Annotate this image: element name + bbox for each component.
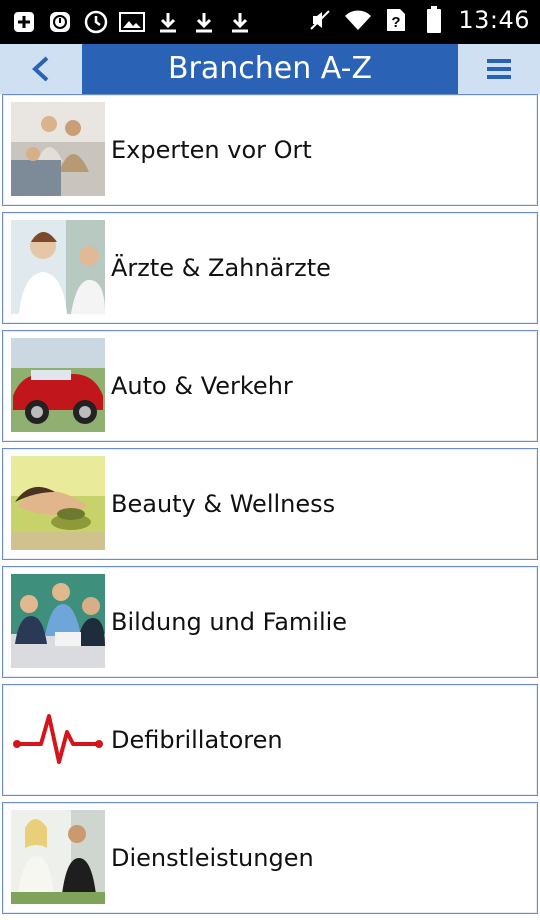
back-button[interactable] (0, 44, 82, 94)
services-photo (11, 810, 105, 904)
list-item-label: Experten vor Ort (111, 136, 312, 164)
experts-photo (11, 102, 105, 196)
menu-button[interactable] (458, 44, 540, 94)
list-item-aerzte-zahnaerzte[interactable]: Ärzte & Zahnärzte (2, 212, 538, 324)
status-right-icons: ? 13:46 (306, 6, 530, 34)
list-item-experten-vor-ort[interactable]: Experten vor Ort (2, 94, 538, 206)
education-photo (11, 574, 105, 668)
battery-icon (420, 6, 448, 34)
list-item-auto-verkehr[interactable]: Auto & Verkehr (2, 330, 538, 442)
wifi-icon (344, 6, 372, 34)
app-bar: Branchen A-Z (0, 44, 540, 94)
svg-text:?: ? (392, 14, 401, 31)
status-bar: ? 13:46 (0, 0, 540, 44)
page-title: Branchen A-Z (167, 51, 373, 86)
list-item-dienstleistungen[interactable]: Dienstleistungen (2, 802, 538, 914)
plus-square-icon (10, 8, 38, 36)
list-item-label: Ärzte & Zahnärzte (111, 254, 331, 282)
download-icon (226, 8, 254, 36)
menu-icon (487, 59, 511, 79)
doctor-photo (11, 220, 105, 314)
list-item-label: Beauty & Wellness (111, 490, 336, 518)
status-time: 13:46 (458, 6, 530, 34)
image-icon (118, 8, 146, 36)
download-icon (190, 8, 218, 36)
heartbeat-icon (11, 692, 105, 786)
status-left-icons (10, 8, 254, 36)
list-item-bildung-familie[interactable]: Bildung und Familie (2, 566, 538, 678)
list-item-beauty-wellness[interactable]: Beauty & Wellness (2, 448, 538, 560)
list-item-label: Defibrillatoren (111, 726, 283, 754)
clock-icon (82, 8, 110, 36)
red-car-photo (11, 338, 105, 432)
download-icon (154, 8, 182, 36)
list-item-defibrillatoren[interactable]: Defibrillatoren (2, 684, 538, 796)
list-item-label: Dienstleistungen (111, 844, 314, 872)
category-list: Experten vor Ort Ärzte & Zahnärzte Auto … (0, 94, 540, 920)
list-item-label: Bildung und Familie (111, 608, 348, 636)
wellness-photo (11, 456, 105, 550)
sync-icon (46, 8, 74, 36)
back-arrow-icon (32, 56, 49, 82)
list-item-label: Auto & Verkehr (111, 372, 293, 400)
no-sim-icon: ? (382, 6, 410, 34)
muted-icon (306, 6, 334, 34)
